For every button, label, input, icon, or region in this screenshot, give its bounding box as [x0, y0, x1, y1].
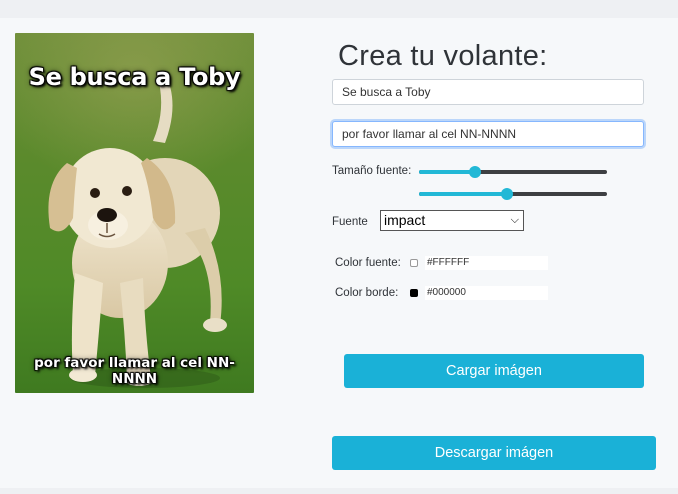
meme-top-text: Se busca a Toby	[28, 63, 241, 91]
top-text-input[interactable]	[332, 79, 644, 105]
bottom-font-size-slider[interactable]	[419, 186, 607, 202]
page-title: Crea tu volante:	[338, 40, 548, 72]
border-color-swatch[interactable]	[410, 289, 418, 297]
border-color-label: Color borde:	[335, 287, 399, 299]
border-color-value[interactable]: #000000	[425, 286, 548, 300]
font-select[interactable]: impact ⌵	[380, 210, 524, 231]
app-container: Se busca a Toby por favor llamar al cel …	[0, 18, 678, 488]
chevron-down-icon: ⌵	[510, 214, 519, 226]
slider-thumb[interactable]	[469, 166, 482, 178]
slider-fill	[419, 192, 508, 196]
top-font-size-slider[interactable]	[419, 164, 607, 180]
font-select-value: impact	[384, 212, 426, 228]
font-color-swatch[interactable]	[410, 259, 418, 267]
font-color-label: Color fuente:	[335, 257, 401, 269]
meme-bottom-text: por favor llamar al cel NN-NNNN	[34, 355, 235, 387]
font-size-label: Tamaño fuente:	[332, 165, 412, 177]
load-image-button[interactable]: Cargar imágen	[344, 354, 644, 388]
download-image-button[interactable]: Descargar imágen	[332, 436, 656, 470]
flyer-preview: Se busca a Toby por favor llamar al cel …	[15, 33, 254, 393]
slider-fill	[419, 170, 476, 174]
font-label: Fuente	[332, 216, 368, 228]
slider-thumb[interactable]	[501, 188, 514, 200]
bottom-text-input[interactable]	[332, 121, 644, 147]
font-color-value[interactable]: #FFFFFF	[425, 256, 548, 270]
